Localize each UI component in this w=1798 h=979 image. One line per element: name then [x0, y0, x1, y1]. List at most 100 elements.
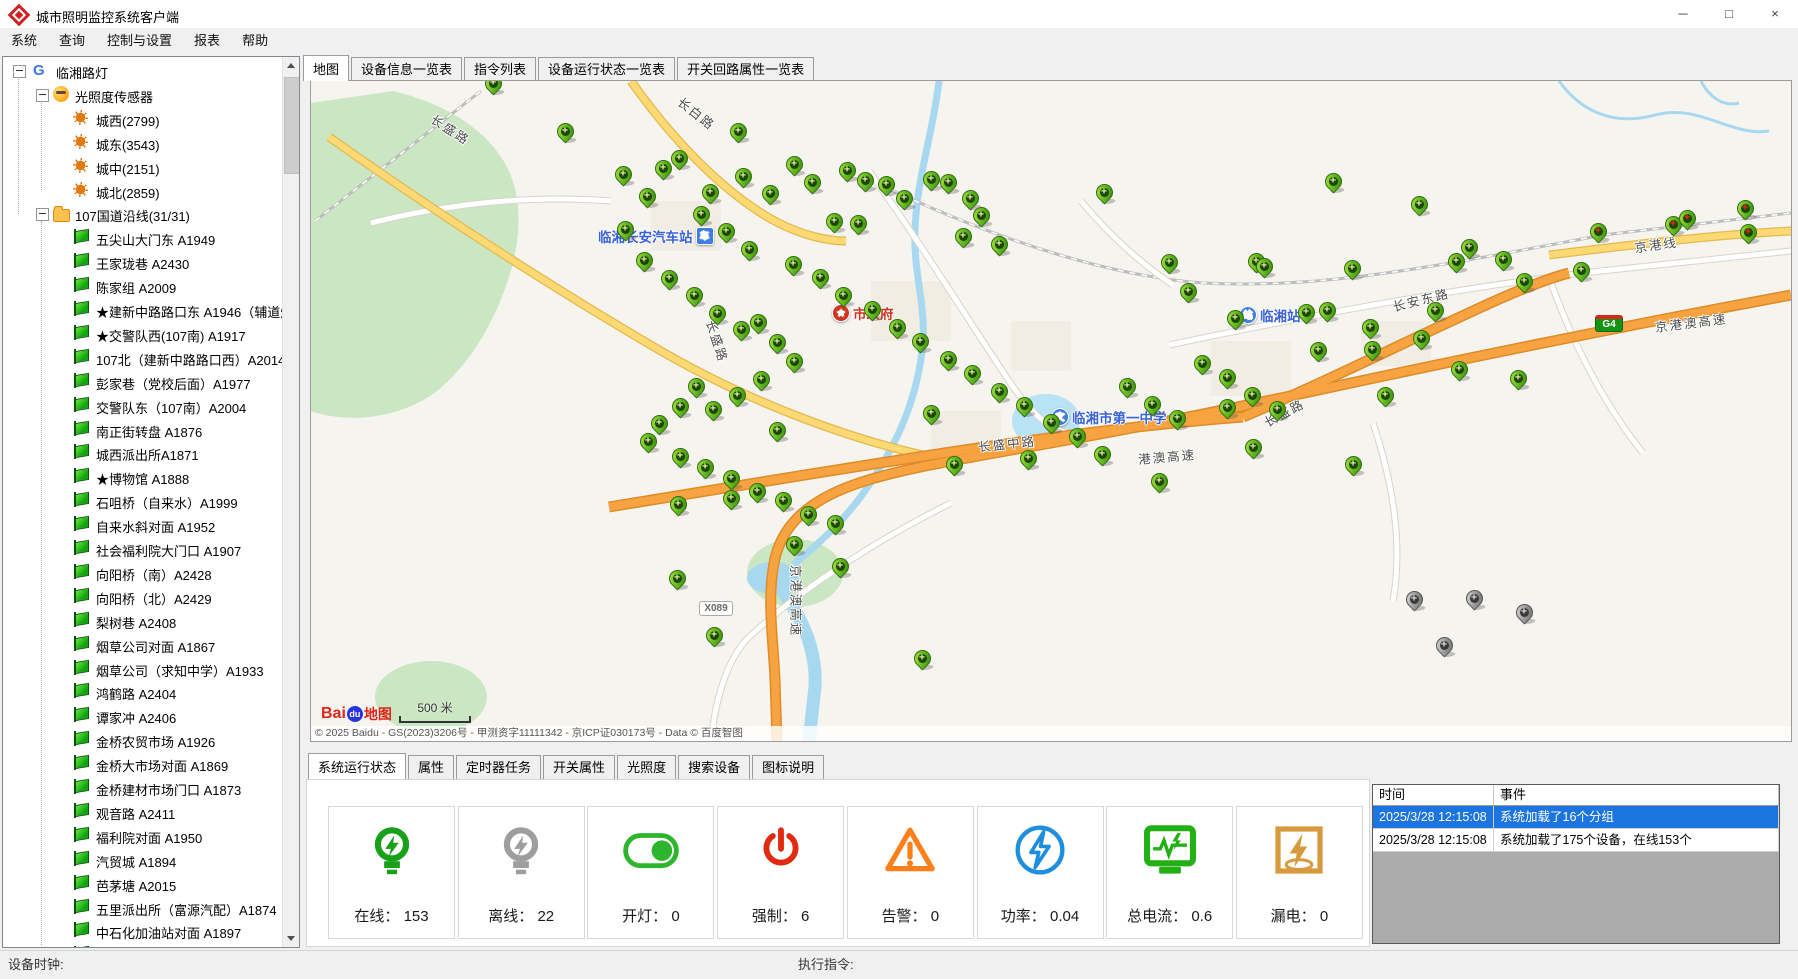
map-pin[interactable]: + — [1042, 411, 1060, 436]
map-pin[interactable]: + — [1343, 257, 1361, 282]
map-pin[interactable]: + — [768, 419, 786, 444]
map-pin[interactable]: + — [825, 210, 843, 235]
tree-row[interactable]: 自来水斜对面 A1952 — [3, 513, 283, 537]
tree-row[interactable]: 城东(3543) — [3, 131, 283, 155]
tree-row[interactable]: 城北(2859) — [3, 179, 283, 203]
main-tab-设备运行状态一览表[interactable]: 设备运行状态一览表 — [538, 57, 675, 81]
menu-item-报表[interactable]: 报表 — [183, 28, 231, 54]
tree-row[interactable]: 梨树巷 A2408 — [3, 609, 283, 633]
map-pin[interactable]: + — [692, 203, 710, 228]
tree-row[interactable]: 汽贸城 A1894 — [3, 848, 283, 872]
map-pin[interactable]: + — [1168, 407, 1186, 432]
tree-row[interactable] — [3, 943, 283, 947]
tree-row[interactable]: 观音路 A2411 — [3, 800, 283, 824]
map-pin[interactable]: + — [1093, 443, 1111, 468]
map-pin[interactable]: + — [877, 173, 895, 198]
map-pin[interactable]: + — [1160, 251, 1178, 276]
map-pin[interactable]: + — [1143, 393, 1161, 418]
tree-row[interactable]: ★交警队西(107南) A1917 — [3, 322, 283, 346]
map-pin[interactable]: + — [638, 185, 656, 210]
map-pin[interactable]: + — [1218, 396, 1236, 421]
map-pin[interactable]: + — [1015, 394, 1033, 419]
map-pin[interactable]: + — [1255, 255, 1273, 280]
tree-row[interactable]: 金桥农贸市场 A1926 — [3, 728, 283, 752]
map-pin[interactable]: + — [895, 187, 913, 212]
map-pin[interactable]: + — [740, 238, 758, 263]
map-pin[interactable]: + — [1318, 299, 1336, 324]
tree-row[interactable]: 五里派出所（富源汽配）A1874 — [3, 896, 283, 920]
map-pin[interactable]: + — [1412, 327, 1430, 352]
bottom-tab-图标说明[interactable]: 图标说明 — [752, 755, 824, 779]
map-pin[interactable]: + — [696, 456, 714, 481]
scroll-down-icon[interactable] — [283, 930, 299, 947]
close-button[interactable]: × — [1752, 0, 1798, 28]
tree-row[interactable]: 芭茅塘 A2015 — [3, 872, 283, 896]
tree-row[interactable]: 城西派出所A1871 — [3, 441, 283, 465]
event-row[interactable]: 2025/3/28 12:15:08系统加载了16个分组 — [1373, 806, 1779, 829]
map-pin-forced[interactable]: + — [1739, 221, 1757, 246]
map-pin[interactable]: + — [1244, 436, 1262, 461]
tree-row[interactable]: G临湘路灯 — [3, 59, 283, 83]
map-pin[interactable]: + — [834, 284, 852, 309]
map-pin[interactable]: + — [749, 311, 767, 336]
main-tab-开关回路属性一览表[interactable]: 开关回路属性一览表 — [677, 57, 814, 81]
tree-row[interactable]: 石咀桥（自来水）A1999 — [3, 489, 283, 513]
map-pin[interactable]: + — [1268, 398, 1286, 423]
map-pin[interactable]: + — [1243, 384, 1261, 409]
map-pin[interactable]: + — [635, 249, 653, 274]
map-pin-forced[interactable]: + — [1589, 220, 1607, 245]
scroll-up-icon[interactable] — [283, 57, 299, 74]
map-pin-offline[interactable]: + — [1405, 588, 1423, 613]
map-pin[interactable]: + — [1068, 425, 1086, 450]
bottom-tab-属性[interactable]: 属性 — [408, 755, 454, 779]
map-pin[interactable]: + — [616, 218, 634, 243]
map-pin[interactable]: + — [838, 159, 856, 184]
map-pin-offline[interactable]: + — [1435, 634, 1453, 659]
tree-row[interactable]: 烟草公司对面 A1867 — [3, 633, 283, 657]
tree-row[interactable]: 向阳桥（北）A2429 — [3, 585, 283, 609]
map-pin[interactable]: + — [614, 163, 632, 188]
map-pin[interactable]: + — [1218, 366, 1236, 391]
map-pin[interactable]: + — [863, 298, 881, 323]
tree-row[interactable]: 福利院对面 A1950 — [3, 824, 283, 848]
tree-row[interactable]: 中石化加油站对面 A1897 — [3, 919, 283, 943]
map-pin[interactable]: + — [826, 512, 844, 537]
tree-row[interactable]: 社会福利院大门口 A1907 — [3, 537, 283, 561]
map-pin[interactable]: + — [774, 489, 792, 514]
map-pin[interactable]: + — [1150, 470, 1168, 495]
map-pin[interactable]: + — [972, 204, 990, 229]
map-pin[interactable]: + — [803, 171, 821, 196]
map-pin[interactable]: + — [1363, 338, 1381, 363]
bottom-tab-开关属性[interactable]: 开关属性 — [543, 755, 615, 779]
map-pin[interactable]: + — [954, 225, 972, 250]
map-pin[interactable]: + — [669, 493, 687, 518]
tree-row[interactable]: 城中(2151) — [3, 155, 283, 179]
map-pin[interactable]: + — [785, 153, 803, 178]
map-pin[interactable]: + — [1515, 270, 1533, 295]
bottom-tab-光照度[interactable]: 光照度 — [617, 755, 676, 779]
map-pin[interactable]: + — [1309, 339, 1327, 364]
map-pin[interactable]: + — [1447, 250, 1465, 275]
map-pin[interactable]: + — [811, 266, 829, 291]
map-pin[interactable]: + — [831, 555, 849, 580]
tree-row[interactable]: ★建新中路路口东 A1946（辅道灯） — [3, 298, 283, 322]
map-pin[interactable]: + — [708, 302, 726, 327]
main-tab-设备信息一览表[interactable]: 设备信息一览表 — [351, 57, 462, 81]
map-pin[interactable]: + — [660, 267, 678, 292]
map-pin-forced[interactable]: + — [1736, 197, 1754, 222]
map-pin[interactable]: + — [670, 147, 688, 172]
tree-expander-icon[interactable] — [36, 89, 49, 102]
main-tab-地图[interactable]: 地图 — [303, 55, 349, 81]
map-pin[interactable]: + — [1344, 453, 1362, 478]
menu-item-帮助[interactable]: 帮助 — [231, 28, 279, 54]
map-pin[interactable]: + — [732, 318, 750, 343]
map-pin[interactable]: + — [728, 384, 746, 409]
map-pin[interactable]: + — [671, 395, 689, 420]
map-pin[interactable]: + — [1426, 299, 1444, 324]
map-pin-offline[interactable]: + — [1515, 601, 1533, 626]
map-pin[interactable]: + — [1193, 352, 1211, 377]
tree-row[interactable]: 交警队东（107南）A2004 — [3, 394, 283, 418]
tree-row[interactable]: 金桥建材市场门口 A1873 — [3, 776, 283, 800]
map-pin[interactable]: + — [639, 430, 657, 455]
scroll-thumb[interactable] — [284, 77, 300, 174]
